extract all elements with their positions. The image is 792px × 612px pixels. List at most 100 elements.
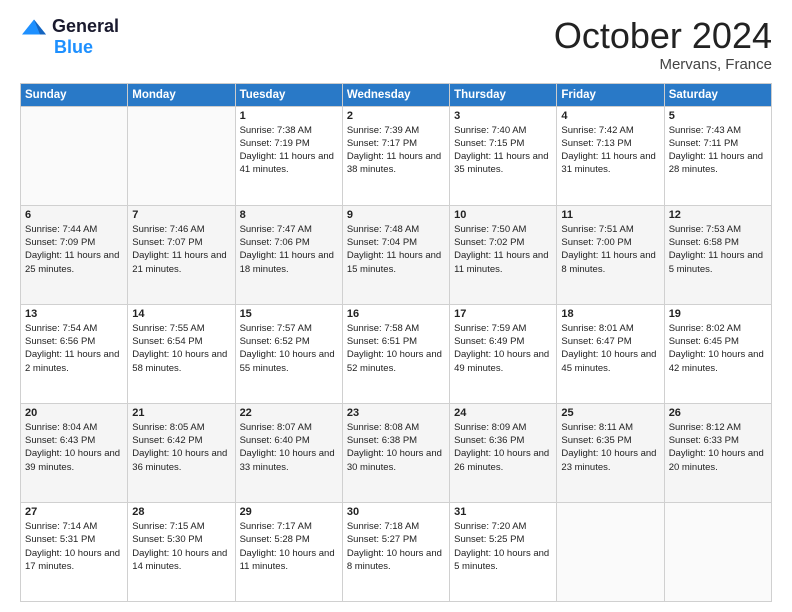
weekday-header-friday: Friday — [557, 83, 664, 106]
sunset: Sunset: 5:27 PM — [347, 534, 417, 545]
week-row-5: 27Sunrise: 7:14 AMSunset: 5:31 PMDayligh… — [21, 502, 772, 601]
calendar-cell: 31Sunrise: 7:20 AMSunset: 5:25 PMDayligh… — [450, 502, 557, 601]
day-info: Sunrise: 7:46 AMSunset: 7:07 PMDaylight:… — [132, 223, 230, 276]
day-info: Sunrise: 7:43 AMSunset: 7:11 PMDaylight:… — [669, 124, 767, 177]
day-info: Sunrise: 7:38 AMSunset: 7:19 PMDaylight:… — [240, 124, 338, 177]
sunrise: Sunrise: 7:54 AM — [25, 323, 97, 334]
daylight: Daylight: 10 hours and 33 minutes. — [240, 448, 335, 472]
daylight: Daylight: 10 hours and 17 minutes. — [25, 548, 120, 572]
day-info: Sunrise: 7:55 AMSunset: 6:54 PMDaylight:… — [132, 322, 230, 375]
calendar-cell: 26Sunrise: 8:12 AMSunset: 6:33 PMDayligh… — [664, 403, 771, 502]
sunset: Sunset: 6:43 PM — [25, 435, 95, 446]
sunrise: Sunrise: 8:01 AM — [561, 323, 633, 334]
day-number: 21 — [132, 407, 230, 419]
day-info: Sunrise: 7:17 AMSunset: 5:28 PMDaylight:… — [240, 520, 338, 573]
sunset: Sunset: 7:15 PM — [454, 138, 524, 149]
day-info: Sunrise: 7:51 AMSunset: 7:00 PMDaylight:… — [561, 223, 659, 276]
day-number: 27 — [25, 506, 123, 518]
sunset: Sunset: 7:00 PM — [561, 237, 631, 248]
sunset: Sunset: 6:45 PM — [669, 336, 739, 347]
day-info: Sunrise: 8:11 AMSunset: 6:35 PMDaylight:… — [561, 421, 659, 474]
day-number: 29 — [240, 506, 338, 518]
calendar-cell: 13Sunrise: 7:54 AMSunset: 6:56 PMDayligh… — [21, 304, 128, 403]
sunrise: Sunrise: 7:14 AM — [25, 521, 97, 532]
sunrise: Sunrise: 7:46 AM — [132, 224, 204, 235]
sunset: Sunset: 7:13 PM — [561, 138, 631, 149]
daylight: Daylight: 10 hours and 14 minutes. — [132, 548, 227, 572]
header: General Blue October 2024 Mervans, Franc… — [20, 16, 772, 73]
day-info: Sunrise: 8:05 AMSunset: 6:42 PMDaylight:… — [132, 421, 230, 474]
daylight: Daylight: 11 hours and 15 minutes. — [347, 250, 441, 274]
calendar-cell: 5Sunrise: 7:43 AMSunset: 7:11 PMDaylight… — [664, 106, 771, 205]
sunset: Sunset: 7:17 PM — [347, 138, 417, 149]
calendar-cell: 8Sunrise: 7:47 AMSunset: 7:06 PMDaylight… — [235, 205, 342, 304]
day-number: 9 — [347, 209, 445, 221]
calendar-cell: 18Sunrise: 8:01 AMSunset: 6:47 PMDayligh… — [557, 304, 664, 403]
daylight: Daylight: 11 hours and 28 minutes. — [669, 151, 763, 175]
calendar-cell: 14Sunrise: 7:55 AMSunset: 6:54 PMDayligh… — [128, 304, 235, 403]
day-info: Sunrise: 7:18 AMSunset: 5:27 PMDaylight:… — [347, 520, 445, 573]
weekday-header-monday: Monday — [128, 83, 235, 106]
sunrise: Sunrise: 7:20 AM — [454, 521, 526, 532]
day-number: 12 — [669, 209, 767, 221]
day-info: Sunrise: 7:53 AM Sunset: 6:58 PM Daylight:… — [669, 223, 767, 276]
sunrise: Sunrise: 7:42 AM — [561, 125, 633, 136]
sunrise: Sunrise: 7:51 AM — [561, 224, 633, 235]
day-info: Sunrise: 7:15 AMSunset: 5:30 PMDaylight:… — [132, 520, 230, 573]
calendar-table: SundayMondayTuesdayWednesdayThursdayFrid… — [20, 83, 772, 602]
day-number: 28 — [132, 506, 230, 518]
day-info: Sunrise: 7:42 AMSunset: 7:13 PMDaylight:… — [561, 124, 659, 177]
day-number: 8 — [240, 209, 338, 221]
sunset: Sunset: 5:30 PM — [132, 534, 202, 545]
day-info: Sunrise: 7:54 AMSunset: 6:56 PMDaylight:… — [25, 322, 123, 375]
logo-blue: Blue — [54, 37, 93, 58]
day-number: 10 — [454, 209, 552, 221]
day-number: 7 — [132, 209, 230, 221]
daylight: Daylight: 10 hours and 5 minutes. — [454, 548, 549, 572]
weekday-header-row: SundayMondayTuesdayWednesdayThursdayFrid… — [21, 83, 772, 106]
sunrise: Sunrise: 8:02 AM — [669, 323, 741, 334]
day-number: 31 — [454, 506, 552, 518]
sunset: Sunset: 6:33 PM — [669, 435, 739, 446]
day-info: Sunrise: 8:02 AMSunset: 6:45 PMDaylight:… — [669, 322, 767, 375]
day-number: 17 — [454, 308, 552, 320]
day-number: 6 — [25, 209, 123, 221]
sunset: Sunset: 6:47 PM — [561, 336, 631, 347]
daylight: Daylight: 10 hours and 39 minutes. — [25, 448, 120, 472]
sunset: Sunset: 6:49 PM — [454, 336, 524, 347]
calendar-cell: 24Sunrise: 8:09 AMSunset: 6:36 PMDayligh… — [450, 403, 557, 502]
sunset: Sunset: 6:52 PM — [240, 336, 310, 347]
calendar-cell: 6Sunrise: 7:44 AMSunset: 7:09 PMDaylight… — [21, 205, 128, 304]
day-number: 18 — [561, 308, 659, 320]
day-info: Sunrise: 7:59 AMSunset: 6:49 PMDaylight:… — [454, 322, 552, 375]
day-info: Sunrise: 8:09 AMSunset: 6:36 PMDaylight:… — [454, 421, 552, 474]
day-info: Sunrise: 7:50 AMSunset: 7:02 PMDaylight:… — [454, 223, 552, 276]
day-number: 16 — [347, 308, 445, 320]
day-info: Sunrise: 7:40 AMSunset: 7:15 PMDaylight:… — [454, 124, 552, 177]
daylight: Daylight: 10 hours and 30 minutes. — [347, 448, 442, 472]
daylight: Daylight: 10 hours and 36 minutes. — [132, 448, 227, 472]
day-info: Sunrise: 8:07 AMSunset: 6:40 PMDaylight:… — [240, 421, 338, 474]
sunrise: Sunrise: 7:53 AM — [669, 224, 741, 235]
daylight: Daylight: 11 hours and 25 minutes. — [25, 250, 119, 274]
sunset: Sunset: 6:58 PM — [669, 237, 739, 248]
calendar-cell: 21 Sunrise: 8:05 AMSunset: 6:42 PMDayligh… — [128, 403, 235, 502]
weekday-header-tuesday: Tuesday — [235, 83, 342, 106]
sunrise: Sunrise: 8:09 AM — [454, 422, 526, 433]
calendar-cell — [21, 106, 128, 205]
sunrise: Sunrise: 7:59 AM — [454, 323, 526, 334]
calendar-cell: 29 Sunrise: 7:17 AMSunset: 5:28 PMDayligh… — [235, 502, 342, 601]
daylight: Daylight: 11 hours and 21 minutes. — [132, 250, 226, 274]
daylight: Daylight: 11 hours and 2 minutes. — [25, 349, 119, 373]
day-info: Sunrise: 8:12 AMSunset: 6:33 PMDaylight:… — [669, 421, 767, 474]
daylight: Daylight: 11 hours and 18 minutes. — [240, 250, 334, 274]
day-info: Sunrise: 7:39 AMSunset: 7:17 PMDaylight:… — [347, 124, 445, 177]
calendar-cell: 25Sunrise: 8:11 AMSunset: 6:35 PMDayligh… — [557, 403, 664, 502]
calendar-cell: 30Sunrise: 7:18 AMSunset: 5:27 PMDayligh… — [342, 502, 449, 601]
calendar-cell: 23Sunrise: 8:08 AMSunset: 6:38 PMDayligh… — [342, 403, 449, 502]
daylight: Daylight: 11 hours and 5 minutes. — [669, 250, 763, 274]
sunrise: Sunrise: 7:47 AM — [240, 224, 312, 235]
calendar-cell: 11Sunrise: 7:51 AMSunset: 7:00 PMDayligh… — [557, 205, 664, 304]
day-number: 15 — [240, 308, 338, 320]
calendar-cell — [664, 502, 771, 601]
